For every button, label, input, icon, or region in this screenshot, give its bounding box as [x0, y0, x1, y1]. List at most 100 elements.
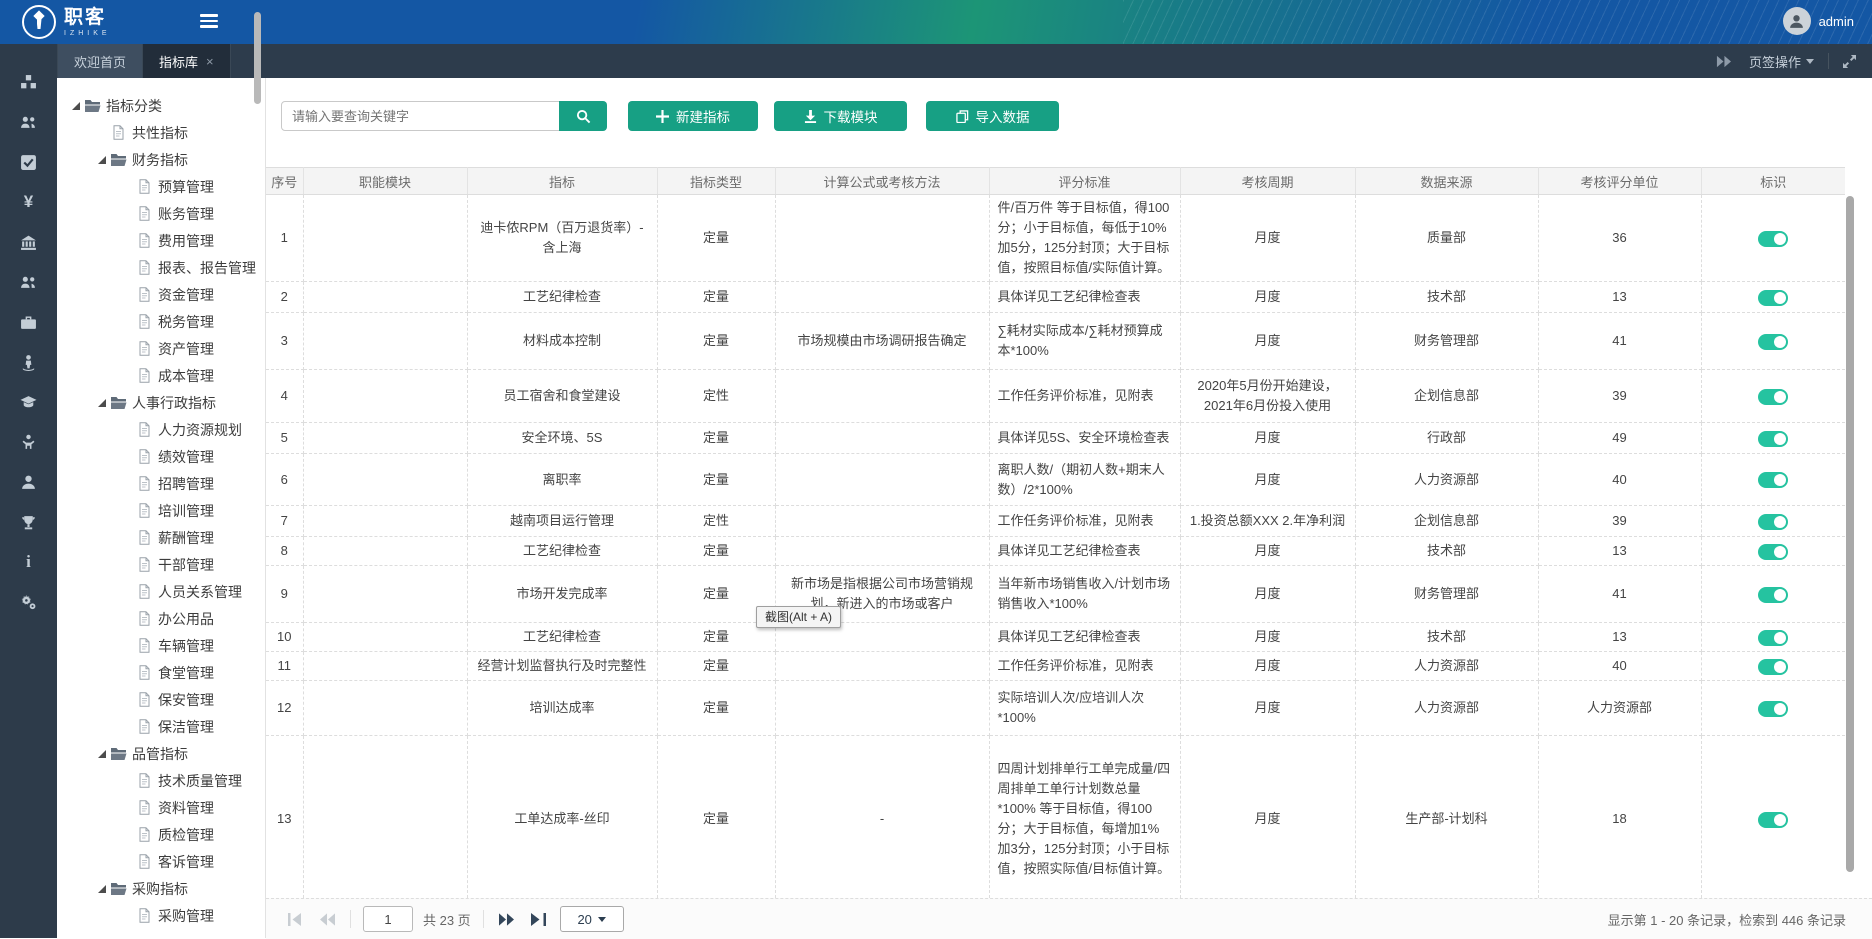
tree-item-车辆管理[interactable]: 车辆管理	[57, 632, 265, 659]
cubes-icon[interactable]	[19, 72, 39, 92]
flag-toggle[interactable]	[1758, 701, 1788, 717]
flag-toggle[interactable]	[1758, 389, 1788, 405]
gears-icon[interactable]	[19, 592, 39, 612]
table-row[interactable]: 8工艺纪律检查定量具体详见工艺纪律检查表月度技术部13	[266, 537, 1845, 566]
flag-toggle[interactable]	[1758, 587, 1788, 603]
prev-page-button[interactable]	[316, 908, 338, 930]
fullscreen-icon[interactable]	[1843, 55, 1856, 68]
tree-item-指标分类[interactable]: 指标分类	[57, 92, 265, 119]
flag-toggle[interactable]	[1758, 290, 1788, 306]
tree-item-采购指标[interactable]: 采购指标	[57, 875, 265, 902]
table-row[interactable]: 10工艺纪律检查定量具体详见工艺纪律检查表月度技术部13	[266, 623, 1845, 652]
last-page-button[interactable]	[528, 908, 550, 930]
team-icon[interactable]	[19, 272, 39, 292]
tree-item-预算管理[interactable]: 预算管理	[57, 173, 265, 200]
table-row[interactable]: 7越南项目运行管理定性工作任务评价标准，见附表1.投资总额XXX 2.年净利润企…	[266, 506, 1845, 537]
page-size-value: 20	[577, 912, 591, 927]
user-icon[interactable]	[19, 472, 39, 492]
tree-item-费用管理[interactable]: 费用管理	[57, 227, 265, 254]
tree-item-资产管理[interactable]: 资产管理	[57, 335, 265, 362]
tabs-scroll-right-icon[interactable]	[1713, 50, 1735, 72]
table-row[interactable]: 12培训达成率定量实际培训人次/应培训人次*100%月度人力资源部人力资源部	[266, 681, 1845, 736]
tree-item-食堂管理[interactable]: 食堂管理	[57, 659, 265, 686]
tab-welcome[interactable]: 欢迎首页	[58, 44, 143, 78]
menu-toggle-icon[interactable]	[200, 14, 218, 28]
tree-item-人员关系管理[interactable]: 人员关系管理	[57, 578, 265, 605]
tree-item-绩效管理[interactable]: 绩效管理	[57, 443, 265, 470]
tree-item-人事行政指标[interactable]: 人事行政指标	[57, 389, 265, 416]
page-size-select[interactable]: 20	[560, 906, 624, 932]
flag-toggle[interactable]	[1758, 514, 1788, 530]
street-view-icon[interactable]	[19, 352, 39, 372]
flag-toggle[interactable]	[1758, 630, 1788, 646]
tab-close-icon[interactable]: ×	[206, 54, 214, 69]
tree-item-技术质量管理[interactable]: 技术质量管理	[57, 767, 265, 794]
folder-icon	[110, 881, 127, 896]
tree-item-报表、报告管理[interactable]: 报表、报告管理	[57, 254, 265, 281]
search-input[interactable]	[281, 101, 569, 131]
next-page-button[interactable]	[496, 908, 518, 930]
graduation-cap-icon[interactable]	[19, 392, 39, 412]
tree-item-质检管理[interactable]: 质检管理	[57, 821, 265, 848]
table-row[interactable]: 11经营计划监督执行及时完整性定量工作任务评价标准，见附表月度人力资源部40	[266, 652, 1845, 681]
tree-item-账务管理[interactable]: 账务管理	[57, 200, 265, 227]
import-data-button[interactable]: 导入数据	[926, 101, 1059, 131]
tree-item-共性指标[interactable]: 共性指标	[57, 119, 265, 146]
tree-item-品管指标[interactable]: 品管指标	[57, 740, 265, 767]
new-indicator-button[interactable]: 新建指标	[628, 101, 758, 131]
table-scrollbar[interactable]	[1846, 196, 1854, 872]
tree-item-财务指标[interactable]: 财务指标	[57, 146, 265, 173]
tree-item-办公用品[interactable]: 办公用品	[57, 605, 265, 632]
tree-item-label: 薪酬管理	[158, 528, 214, 548]
tree-scrollbar[interactable]	[254, 12, 261, 104]
tab-actions-dropdown[interactable]: 页签操作	[1749, 52, 1814, 71]
tree-item-客诉管理[interactable]: 客诉管理	[57, 848, 265, 875]
tree-item-培训管理[interactable]: 培训管理	[57, 497, 265, 524]
tree-item-保洁管理[interactable]: 保洁管理	[57, 713, 265, 740]
tree-item-采购管理[interactable]: 采购管理	[57, 902, 265, 929]
flag-toggle[interactable]	[1758, 812, 1788, 828]
tree-item-招聘管理[interactable]: 招聘管理	[57, 470, 265, 497]
table-row[interactable]: 6离职率定量离职人数/（期初人数+期末人数）/2*100%月度人力资源部40	[266, 454, 1845, 506]
table-row[interactable]: 9市场开发完成率定量新市场是指根据公司市场营销规划，新进入的市场或客户当年新市场…	[266, 566, 1845, 623]
table-row[interactable]: 5安全环境、5S定量具体详见5S、安全环境检查表月度行政部49	[266, 423, 1845, 454]
check-square-icon[interactable]	[19, 152, 39, 172]
table-row[interactable]: 13工单达成率-丝印定量-四周计划排单行工单完成量/四周排单工单行计划数总量*1…	[266, 736, 1845, 903]
flag-toggle[interactable]	[1758, 334, 1788, 350]
tree-item-人力资源规划[interactable]: 人力资源规划	[57, 416, 265, 443]
info-icon[interactable]: i	[19, 552, 39, 572]
tab-indicator-library[interactable]: 指标库 ×	[143, 44, 231, 78]
file-icon	[136, 611, 153, 626]
child-icon[interactable]	[19, 432, 39, 452]
search-button[interactable]	[559, 101, 607, 131]
flag-toggle[interactable]	[1758, 431, 1788, 447]
tree-item-保安管理[interactable]: 保安管理	[57, 686, 265, 713]
cell-indicator: 培训达成率	[467, 681, 657, 736]
download-module-button[interactable]: 下载模块	[774, 101, 907, 131]
cell-cycle: 月度	[1180, 195, 1355, 282]
briefcase-icon[interactable]	[19, 312, 39, 332]
flag-toggle[interactable]	[1758, 472, 1788, 488]
users-icon[interactable]	[19, 112, 39, 132]
flag-toggle[interactable]	[1758, 231, 1788, 247]
tree-item-资金管理[interactable]: 资金管理	[57, 281, 265, 308]
cell-seq: 3	[266, 313, 303, 370]
yen-icon[interactable]: ¥	[19, 192, 39, 212]
user-menu[interactable]: admin	[1783, 7, 1854, 35]
flag-toggle[interactable]	[1758, 544, 1788, 560]
table-row[interactable]: 4员工宿舍和食堂建设定性工作任务评价标准，见附表2020年5月份开始建设，202…	[266, 370, 1845, 423]
tree-item-干部管理[interactable]: 干部管理	[57, 551, 265, 578]
bank-icon[interactable]	[19, 232, 39, 252]
column-header: 指标	[467, 168, 657, 195]
table-row[interactable]: 3材料成本控制定量市场规模由市场调研报告确定∑耗材实际成本/∑耗材预算成本*10…	[266, 313, 1845, 370]
tree-item-税务管理[interactable]: 税务管理	[57, 308, 265, 335]
table-row[interactable]: 2工艺纪律检查定量具体详见工艺纪律检查表月度技术部13	[266, 282, 1845, 313]
first-page-button[interactable]	[284, 908, 306, 930]
tree-item-资料管理[interactable]: 资料管理	[57, 794, 265, 821]
tree-item-薪酬管理[interactable]: 薪酬管理	[57, 524, 265, 551]
page-number-input[interactable]	[363, 906, 413, 932]
table-row[interactable]: 1迪卡侬RPM（百万退货率）-含上海定量件/百万件 等于目标值，得100分；小于…	[266, 195, 1845, 282]
tree-item-成本管理[interactable]: 成本管理	[57, 362, 265, 389]
trophy-icon[interactable]	[19, 512, 39, 532]
flag-toggle[interactable]	[1758, 659, 1788, 675]
